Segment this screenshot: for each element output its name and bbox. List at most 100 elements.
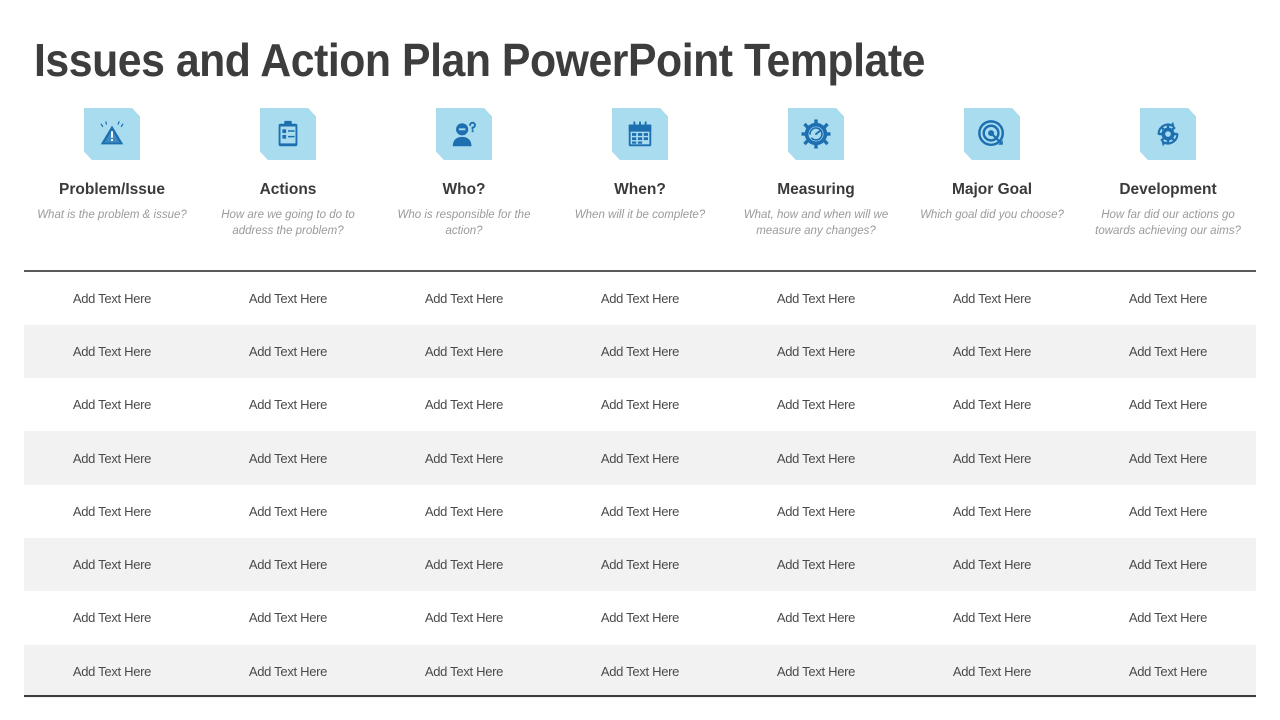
table-cell[interactable]: Add Text Here — [24, 344, 200, 359]
table-cell[interactable]: Add Text Here — [728, 664, 904, 679]
column-subtitle: Which goal did you choose? — [920, 209, 1064, 222]
table-cell[interactable]: Add Text Here — [728, 610, 904, 625]
table-row[interactable]: Add Text Here Add Text Here Add Text Here A… — [24, 431, 1256, 485]
table-cell[interactable]: Add Text Here — [376, 557, 552, 572]
table-cell[interactable]: Add Text Here — [200, 397, 376, 412]
table-cell[interactable]: Add Text Here — [1080, 397, 1256, 412]
table-row[interactable]: Add Text Here Add Text Here Add Text Here A… — [24, 272, 1256, 325]
table-cell[interactable]: Add Text Here — [376, 451, 552, 466]
table-cell[interactable]: Add Text Here — [24, 451, 200, 466]
table-cell[interactable]: Add Text Here — [376, 344, 552, 359]
table-cell[interactable]: Add Text Here — [728, 344, 904, 359]
table-cell[interactable]: Add Text Here — [552, 557, 728, 572]
table-cell[interactable]: Add Text Here — [728, 504, 904, 519]
table-cell[interactable]: Add Text Here — [1080, 451, 1256, 466]
table-bottom-divider — [24, 695, 1256, 697]
table-cell[interactable]: Add Text Here — [200, 344, 376, 359]
page-title: Issues and Action Plan PowerPoint Templa… — [34, 34, 925, 86]
table-cell[interactable]: Add Text Here — [24, 557, 200, 572]
table-row[interactable]: Add Text Here Add Text Here Add Text Here A… — [24, 644, 1256, 698]
table-row[interactable]: Add Text Here Add Text Here Add Text Here A… — [24, 485, 1256, 538]
table-cell[interactable]: Add Text Here — [376, 397, 552, 412]
icon-tile-who — [436, 108, 492, 160]
icon-tile-measuring — [788, 108, 844, 160]
table-cell[interactable]: Add Text Here — [24, 610, 200, 625]
table-cell[interactable]: Add Text Here — [1080, 291, 1256, 306]
icon-tile-when — [612, 108, 668, 160]
table-cell[interactable]: Add Text Here — [904, 504, 1080, 519]
table-cell[interactable]: Add Text Here — [200, 557, 376, 572]
icon-tile-problem-issue — [84, 108, 140, 160]
table-cell[interactable]: Add Text Here — [200, 451, 376, 466]
column-header-who: Who? Who is responsible for the action? — [376, 108, 552, 239]
icon-tile-development — [1140, 108, 1196, 160]
column-title: Development — [1119, 181, 1217, 198]
calendar-icon — [625, 119, 655, 149]
table-cell[interactable]: Add Text Here — [24, 397, 200, 412]
table-cell[interactable]: Add Text Here — [200, 664, 376, 679]
column-header-when: When? When will it be complete? — [552, 108, 728, 239]
column-header-development: Development How far did our actions go t… — [1080, 108, 1256, 239]
slide-canvas: Issues and Action Plan PowerPoint Templa… — [0, 0, 1280, 720]
column-title: Who? — [442, 181, 486, 198]
column-header-actions: Actions How are we going to do to addres… — [200, 108, 376, 239]
table-cell[interactable]: Add Text Here — [376, 664, 552, 679]
column-subtitle: How are we going to do to address the pr… — [221, 209, 355, 237]
table-cell[interactable]: Add Text Here — [376, 610, 552, 625]
icon-tile-major-goal — [964, 108, 1020, 160]
table-cell[interactable]: Add Text Here — [904, 557, 1080, 572]
table-cell[interactable]: Add Text Here — [1080, 610, 1256, 625]
table-cell[interactable]: Add Text Here — [728, 557, 904, 572]
data-table: Add Text Here Add Text Here Add Text Here A… — [24, 272, 1256, 698]
table-cell[interactable]: Add Text Here — [24, 291, 200, 306]
column-subtitle: Who is responsible for the action? — [397, 209, 531, 237]
table-cell[interactable]: Add Text Here — [1080, 557, 1256, 572]
table-cell[interactable]: Add Text Here — [904, 451, 1080, 466]
column-header-major-goal: Major Goal Which goal did you choose? — [904, 108, 1080, 239]
table-cell[interactable]: Add Text Here — [376, 504, 552, 519]
table-cell[interactable]: Add Text Here — [1080, 344, 1256, 359]
table-cell[interactable]: Add Text Here — [200, 291, 376, 306]
table-row[interactable]: Add Text Here Add Text Here Add Text Here A… — [24, 378, 1256, 431]
table-cell[interactable]: Add Text Here — [24, 664, 200, 679]
table-cell[interactable]: Add Text Here — [552, 610, 728, 625]
table-cell[interactable]: Add Text Here — [552, 344, 728, 359]
table-cell[interactable]: Add Text Here — [904, 610, 1080, 625]
table-row[interactable]: Add Text Here Add Text Here Add Text Here A… — [24, 537, 1256, 592]
table-row[interactable]: Add Text Here Add Text Here Add Text Here A… — [24, 324, 1256, 379]
gear-refresh-icon — [1153, 119, 1183, 149]
table-cell[interactable]: Add Text Here — [552, 664, 728, 679]
column-subtitle: When will it be complete? — [574, 209, 706, 222]
table-cell[interactable]: Add Text Here — [200, 610, 376, 625]
table-cell[interactable]: Add Text Here — [24, 504, 200, 519]
table-cell[interactable]: Add Text Here — [552, 504, 728, 519]
column-title: Measuring — [777, 181, 855, 198]
column-subtitle: What, how and when will we measure any c… — [743, 209, 889, 237]
table-cell[interactable]: Add Text Here — [552, 397, 728, 412]
column-header-problem-issue: Problem/Issue What is the problem & issu… — [24, 108, 200, 239]
table-cell[interactable]: Add Text Here — [728, 291, 904, 306]
table-cell[interactable]: Add Text Here — [904, 397, 1080, 412]
table-cell[interactable]: Add Text Here — [728, 397, 904, 412]
column-title: When? — [614, 181, 666, 198]
table-cell[interactable]: Add Text Here — [1080, 504, 1256, 519]
target-arrow-icon — [977, 119, 1007, 149]
table-cell[interactable]: Add Text Here — [904, 344, 1080, 359]
person-question-icon — [449, 119, 479, 149]
column-subtitle: What is the problem & issue? — [37, 209, 187, 222]
table-cell[interactable]: Add Text Here — [728, 451, 904, 466]
column-header-row: Problem/Issue What is the problem & issu… — [24, 108, 1256, 239]
table-cell[interactable]: Add Text Here — [552, 291, 728, 306]
table-cell[interactable]: Add Text Here — [552, 451, 728, 466]
table-row[interactable]: Add Text Here Add Text Here Add Text Here A… — [24, 591, 1256, 644]
icon-tile-actions — [260, 108, 316, 160]
column-title: Problem/Issue — [59, 181, 165, 198]
warning-triangle-icon — [97, 119, 127, 149]
gear-gauge-icon — [801, 119, 831, 149]
table-cell[interactable]: Add Text Here — [904, 291, 1080, 306]
clipboard-checklist-icon — [273, 119, 303, 149]
table-cell[interactable]: Add Text Here — [376, 291, 552, 306]
table-cell[interactable]: Add Text Here — [904, 664, 1080, 679]
table-cell[interactable]: Add Text Here — [1080, 664, 1256, 679]
table-cell[interactable]: Add Text Here — [200, 504, 376, 519]
